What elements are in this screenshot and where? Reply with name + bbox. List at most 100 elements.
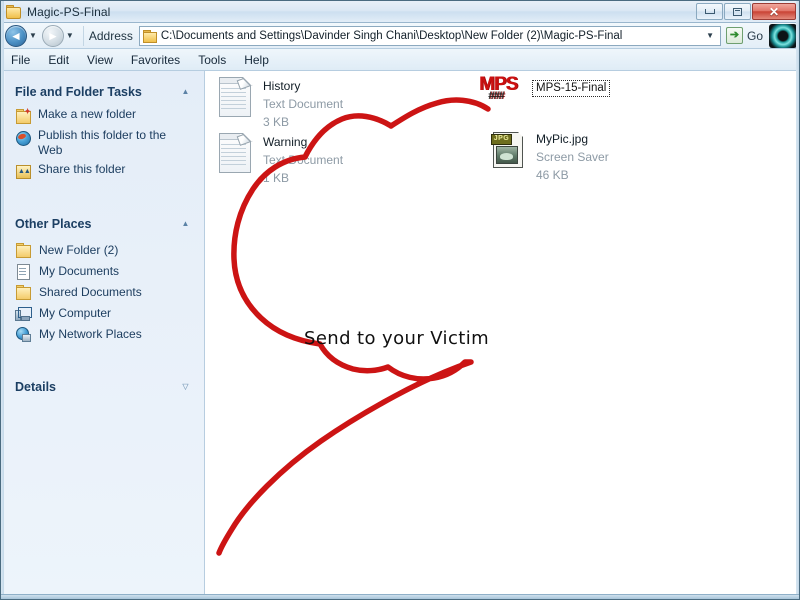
file-name: Warning (263, 135, 308, 149)
panel-title-details: Details (15, 380, 56, 394)
sidebar-item-make-new-folder[interactable]: ✦ Make a new folder (15, 105, 204, 126)
sidebar-item-label: Publish this folder to the Web (38, 128, 167, 157)
minimize-icon (704, 9, 715, 14)
window-title: Magic-PS-Final (27, 4, 111, 19)
sidebar-item-label: Make a new folder (38, 107, 137, 121)
minimize-button[interactable] (696, 3, 723, 20)
window-frame-bottom (1, 594, 799, 599)
forward-arrow-icon: ► (46, 28, 59, 43)
file-name: MyPic.jpg (536, 132, 589, 146)
sidebar-item-my-computer[interactable]: My Computer (15, 302, 204, 323)
file-size: 1 KB (263, 171, 290, 185)
close-button[interactable]: ✕ (752, 3, 796, 20)
panel-title-file-tasks: File and Folder Tasks (15, 85, 142, 99)
folder-icon (15, 242, 31, 258)
address-toolbar: ◄ ▼ ► ▼ Address C:\Documents and Setting… (1, 23, 799, 49)
menu-bar: File Edit View Favorites Tools Help (1, 49, 799, 71)
share-folder-icon: ▲▲ (15, 163, 31, 179)
panel-other-places: Other Places ▲ New Folder (2) My Documen… (1, 203, 204, 344)
window-frame-right (796, 1, 799, 599)
mps-watermark-logo: MPS ### (479, 75, 518, 102)
globe-icon (15, 129, 31, 146)
teal-ring-logo-icon (769, 23, 797, 48)
close-icon: ✕ (768, 4, 780, 19)
sidebar-item-my-network-places[interactable]: My Network Places (15, 323, 204, 344)
computer-icon (15, 305, 32, 321)
other-places-list: New Folder (2) My Documents Shared Docum… (15, 237, 204, 344)
file-item-mypic-jpg[interactable]: JPG MyPic.jpg Screen Saver 46 KB (490, 128, 609, 184)
address-label: Address (88, 28, 133, 43)
new-folder-icon: ✦ (15, 108, 31, 124)
text-document-icon (217, 75, 253, 119)
sidebar-item-publish-to-web[interactable]: Publish this folder to the Web (15, 126, 204, 160)
maximize-button[interactable] (724, 3, 751, 20)
task-sidebar: File and Folder Tasks ▲ ✦ Make a new fol… (1, 71, 205, 599)
address-bar[interactable]: C:\Documents and Settings\Davinder Singh… (138, 25, 721, 46)
window-content: File and Folder Tasks ▲ ✦ Make a new fol… (1, 71, 799, 599)
menu-item-favorites[interactable]: Favorites (131, 53, 180, 67)
go-arrow-icon: ➔ (725, 27, 743, 44)
text-document-icon (217, 131, 253, 175)
sidebar-item-label: My Network Places (39, 326, 142, 341)
mps-version-tag: MPS-15-Final (532, 80, 611, 97)
file-meta: History Text Document 3 KB (263, 75, 343, 131)
sidebar-item-label: Share this folder (38, 162, 126, 176)
file-item-history[interactable]: History Text Document 3 KB (217, 75, 343, 131)
explorer-window: Magic-PS-Final ✕ ◄ ▼ ► ▼ Address C:\Docu… (0, 0, 800, 600)
go-label: Go (746, 28, 763, 43)
file-item-warning[interactable]: Warning Text Document 1 KB (217, 131, 343, 187)
panel-header[interactable]: Other Places ▲ (15, 203, 204, 237)
address-input[interactable]: C:\Documents and Settings\Davinder Singh… (161, 30, 702, 42)
file-type: Screen Saver (536, 150, 609, 164)
annotation-caption: Send to your Victim (304, 328, 490, 349)
sidebar-item-new-folder-2[interactable]: New Folder (2) (15, 239, 204, 260)
file-type: Text Document (263, 153, 344, 167)
panel-header[interactable]: File and Folder Tasks ▲ (15, 71, 204, 105)
panel-title-other-places: Other Places (15, 217, 92, 231)
address-folder-icon (142, 29, 157, 43)
sidebar-item-label: My Documents (39, 263, 120, 278)
file-type: Text Document (263, 97, 344, 111)
file-size: 46 KB (536, 168, 569, 182)
file-meta: MyPic.jpg Screen Saver 46 KB (536, 128, 609, 184)
collapse-up-icon[interactable]: ▲ (179, 218, 192, 231)
menu-item-tools[interactable]: Tools (198, 53, 226, 67)
file-name: History (263, 79, 301, 93)
sidebar-item-my-documents[interactable]: My Documents (15, 260, 204, 281)
folder-icon (6, 5, 21, 19)
panel-file-and-folder-tasks: File and Folder Tasks ▲ ✦ Make a new fol… (1, 71, 204, 181)
jpg-badge-label: JPG (491, 134, 512, 145)
menu-item-help[interactable]: Help (244, 53, 269, 67)
address-dropdown-icon[interactable]: ▼ (702, 31, 718, 40)
menu-item-edit[interactable]: Edit (48, 53, 69, 67)
window-frame-left (1, 1, 4, 599)
title-bar: Magic-PS-Final ✕ (1, 1, 799, 23)
panel-header[interactable]: Details ▽ (15, 366, 204, 400)
menu-item-view[interactable]: View (87, 53, 113, 67)
sidebar-item-label: Shared Documents (39, 284, 142, 299)
menu-item-file[interactable]: File (11, 53, 30, 67)
forward-button[interactable]: ► (41, 24, 64, 47)
collapse-up-icon[interactable]: ▲ (179, 86, 192, 99)
window-controls: ✕ (696, 3, 796, 20)
collapse-down-icon[interactable]: ▽ (179, 381, 192, 394)
go-button[interactable]: ➔ Go (725, 27, 763, 44)
file-list-pane[interactable]: History Text Document 3 KB Warning Text … (205, 71, 799, 599)
back-button[interactable]: ◄ (5, 24, 27, 47)
sidebar-item-label: New Folder (2) (39, 242, 119, 257)
toolbar-separator (82, 25, 84, 46)
documents-icon (15, 263, 31, 280)
file-size: 3 KB (263, 115, 290, 129)
back-dropdown-icon[interactable]: ▼ (29, 31, 37, 40)
forward-dropdown-icon[interactable]: ▼ (66, 31, 74, 40)
folder-icon (15, 284, 31, 300)
maximize-icon (733, 7, 742, 16)
sidebar-item-share-folder[interactable]: ▲▲ Share this folder (15, 160, 204, 181)
back-arrow-icon: ◄ (10, 28, 22, 43)
panel-details: Details ▽ (1, 366, 204, 400)
file-meta: Warning Text Document 1 KB (263, 131, 343, 187)
sidebar-item-label: My Computer (39, 305, 112, 320)
jpg-file-icon: JPG (490, 128, 526, 172)
network-icon (15, 326, 31, 342)
sidebar-item-shared-documents[interactable]: Shared Documents (15, 281, 204, 302)
